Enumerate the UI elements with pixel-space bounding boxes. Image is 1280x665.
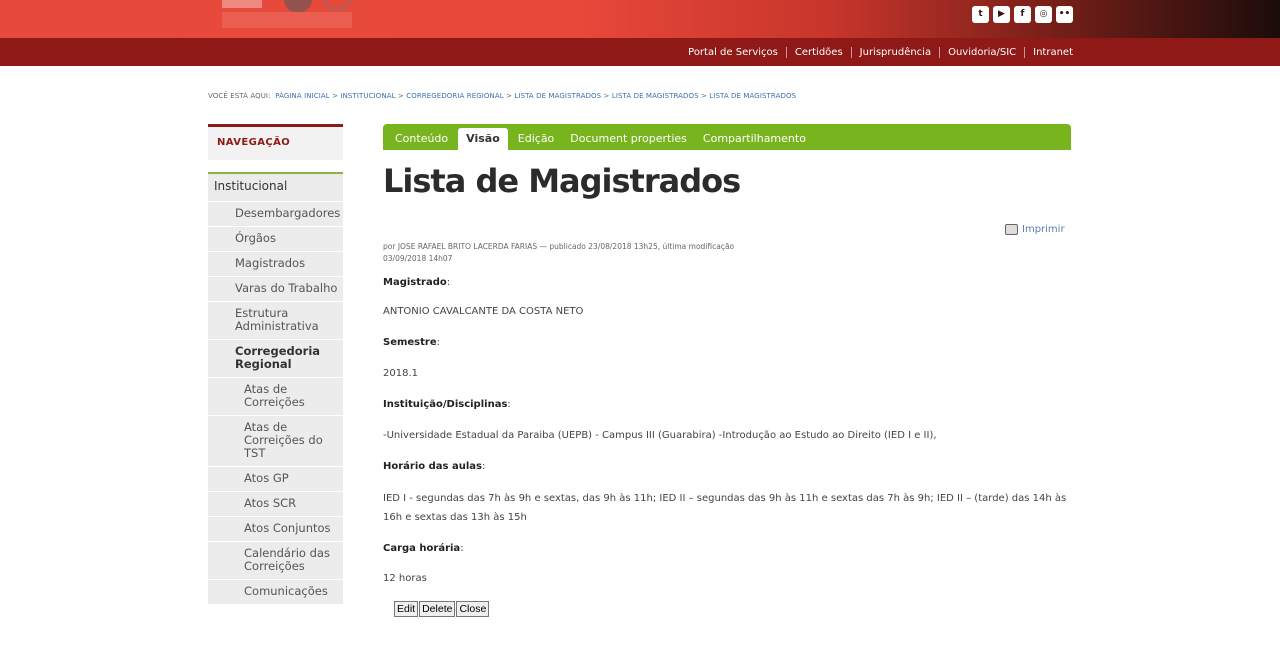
print-label: Imprimir: [1022, 224, 1065, 235]
site-logo[interactable]: [222, 0, 352, 30]
sidebar-item-corregedoria[interactable]: Corregedoria Regional: [208, 339, 343, 377]
close-button[interactable]: Close: [456, 601, 490, 617]
edit-button[interactable]: Edit: [394, 601, 419, 617]
breadcrumb-institucional[interactable]: INSTITUCIONAL: [340, 92, 395, 100]
sidebar-item-desembargadores[interactable]: Desembargadores: [208, 201, 343, 226]
sidebar-item-orgaos[interactable]: Órgãos: [208, 226, 343, 251]
sidebar-item-calendario[interactable]: Calendário das Correições: [208, 541, 343, 579]
value-magistrado: ANTONIO CAVALCANTE DA COSTA NETO: [383, 306, 584, 317]
content-tabs: Conteúdo Visão Edição Document propertie…: [383, 124, 1071, 150]
sidebar-item-atas-tst[interactable]: Atas de Correições do TST: [208, 415, 343, 466]
tab-conteudo[interactable]: Conteúdo: [387, 128, 456, 150]
label-semestre: Semestre: [383, 337, 437, 348]
sidebar-item-atos-scr[interactable]: Atos SCR: [208, 491, 343, 516]
youtube-icon[interactable]: ▶: [993, 6, 1010, 23]
sidebar-item-estrutura[interactable]: Estrutura Administrativa: [208, 301, 343, 339]
link-certidoes[interactable]: Certidões: [785, 46, 851, 58]
byline: por JOSE RAFAEL BRITO LACERDA FARIAS — p…: [383, 242, 735, 263]
breadcrumb: VOCÊ ESTÁ AQUI: PÁGINA INICIAL > INSTITU…: [208, 92, 797, 100]
label-instituicao: Instituição/Disciplinas: [383, 399, 508, 410]
top-header-bar: t ▶ f ◎ ••: [0, 0, 1280, 38]
service-links-bar: Portal de Serviços Certidões Jurisprudên…: [0, 38, 1280, 66]
sidebar-item-varas[interactable]: Varas do Trabalho: [208, 276, 343, 301]
value-semestre: 2018.1: [383, 368, 418, 379]
value-carga: 12 horas: [383, 573, 427, 584]
tab-edicao[interactable]: Edição: [510, 128, 563, 150]
breadcrumb-home[interactable]: PÁGINA INICIAL: [275, 92, 330, 100]
sidebar-item-atos-gp[interactable]: Atos GP: [208, 466, 343, 491]
social-icons: t ▶ f ◎ ••: [972, 6, 1073, 23]
flickr-icon[interactable]: ••: [1056, 6, 1073, 23]
breadcrumb-prefix: VOCÊ ESTÁ AQUI:: [208, 92, 271, 100]
link-ouvidoria[interactable]: Ouvidoria/SIC: [939, 46, 1024, 58]
value-horario: IED I - segundas das 7h às 9h e sextas, …: [383, 493, 1067, 523]
instagram-icon[interactable]: ◎: [1035, 6, 1052, 23]
action-buttons: Edit Delete Close: [394, 601, 490, 617]
sidebar-item-institucional[interactable]: Institucional: [208, 172, 343, 201]
link-portal-servicos[interactable]: Portal de Serviços: [680, 47, 786, 58]
sidebar-navigation: NAVEGAÇÃO Institucional Desembargadores …: [208, 124, 343, 604]
tab-compartilhamento[interactable]: Compartilhamento: [695, 128, 814, 150]
link-intranet[interactable]: Intranet: [1024, 46, 1073, 58]
breadcrumb-lista-3[interactable]: LISTA DE MAGISTRADOS: [709, 92, 796, 100]
twitter-icon[interactable]: t: [972, 6, 989, 23]
sidebar-item-magistrados[interactable]: Magistrados: [208, 251, 343, 276]
tab-visao[interactable]: Visão: [458, 128, 508, 150]
sidebar-item-atas-correicoes[interactable]: Atas de Correições: [208, 377, 343, 415]
label-magistrado: Magistrado: [383, 277, 447, 288]
value-instituicao: -Universidade Estadual da Paraiba (UEPB)…: [383, 430, 937, 441]
sidebar-item-comunicacoes[interactable]: Comunicações: [208, 579, 343, 604]
tab-document-properties[interactable]: Document properties: [562, 128, 695, 150]
sidebar-item-atos-conjuntos[interactable]: Atos Conjuntos: [208, 516, 343, 541]
link-jurisprudencia[interactable]: Jurisprudência: [850, 46, 939, 58]
page-title: Lista de Magistrados: [383, 162, 741, 200]
facebook-icon[interactable]: f: [1014, 6, 1031, 23]
printer-icon: [1005, 224, 1018, 235]
label-carga: Carga horária: [383, 543, 461, 554]
delete-button[interactable]: Delete: [419, 601, 456, 617]
label-horario: Horário das aulas: [383, 461, 482, 472]
print-link[interactable]: Imprimir: [1005, 224, 1065, 235]
breadcrumb-lista-2[interactable]: LISTA DE MAGISTRADOS: [612, 92, 699, 100]
nav-heading: NAVEGAÇÃO: [208, 124, 343, 160]
breadcrumb-corregedoria[interactable]: CORREGEDORIA REGIONAL: [406, 92, 504, 100]
breadcrumb-lista-1[interactable]: LISTA DE MAGISTRADOS: [514, 92, 601, 100]
